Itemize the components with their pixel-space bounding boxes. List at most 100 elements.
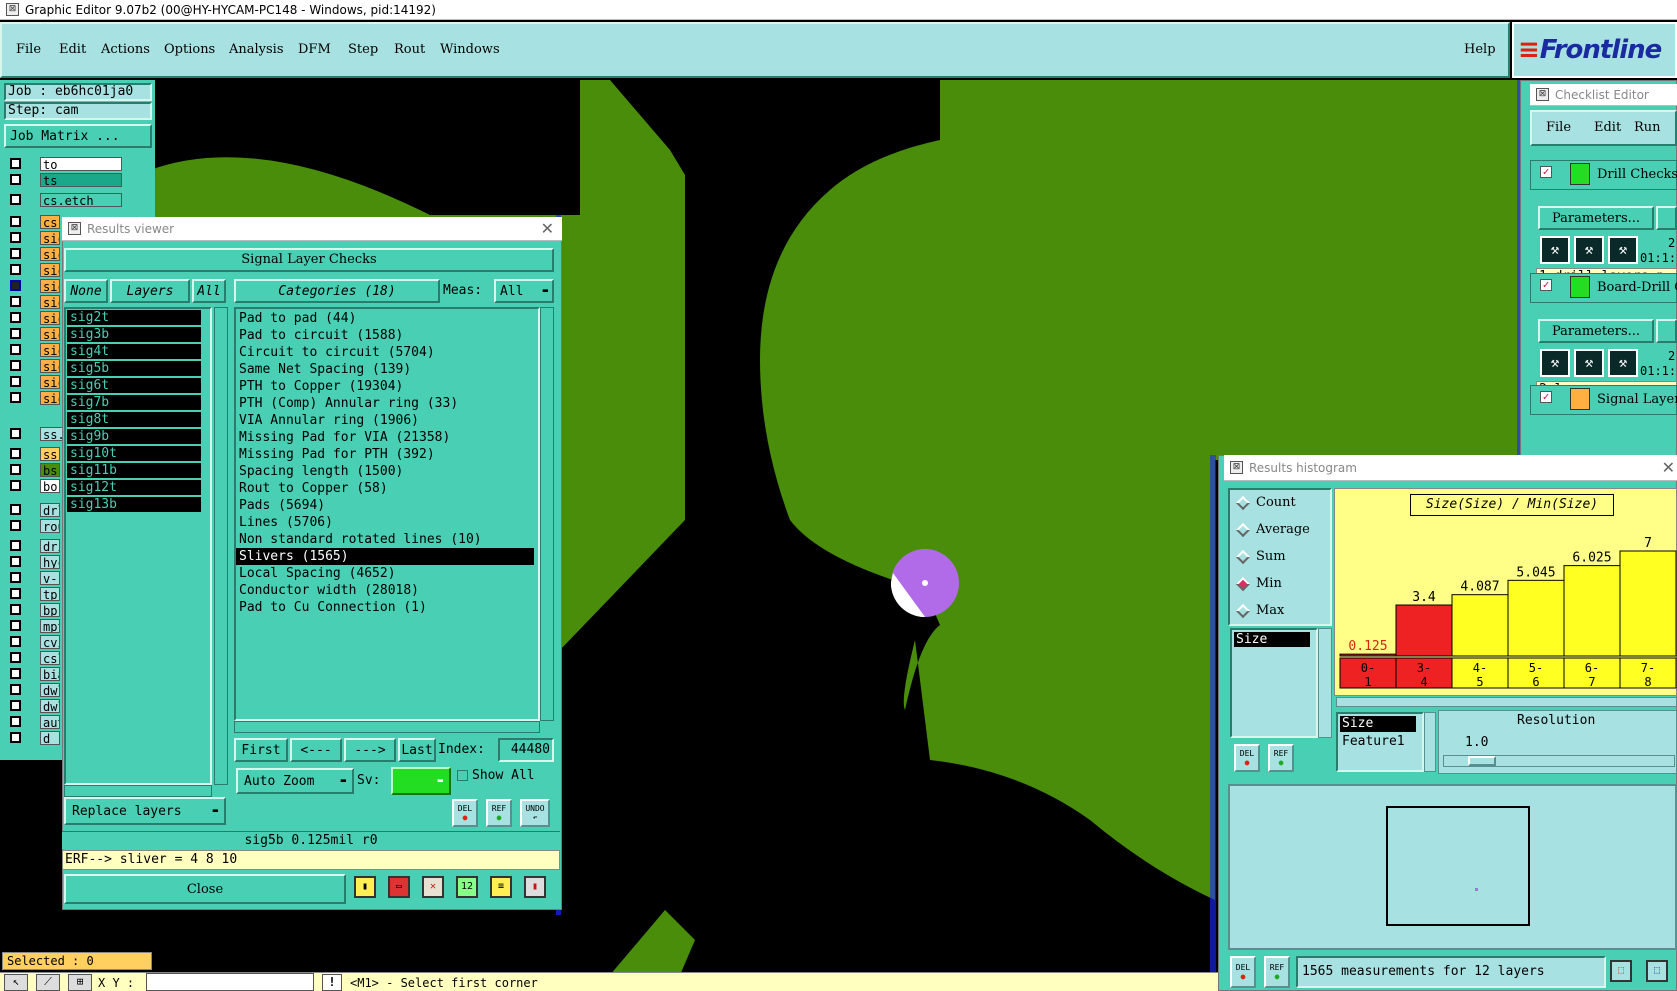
next-button[interactable]: ---> xyxy=(344,738,396,762)
category-item[interactable]: Spacing length (1500) xyxy=(236,463,534,480)
delete-results-icon[interactable]: ✕ xyxy=(422,876,444,898)
layer-tag[interactable]: v-c xyxy=(40,571,60,585)
layer-tag[interactable]: ss xyxy=(40,447,60,461)
results-layer-item[interactable]: sig3b xyxy=(67,327,201,344)
layer-checkbox[interactable] xyxy=(10,588,21,599)
run-check-icon[interactable]: ⚒ xyxy=(1608,349,1638,377)
results-layer-item[interactable]: sig13b xyxy=(67,497,201,514)
layer-checkbox[interactable] xyxy=(10,216,21,227)
layer-checkbox[interactable] xyxy=(10,684,21,695)
layer-checkbox[interactable] xyxy=(10,158,21,169)
checklist-menu-run[interactable]: Run xyxy=(1634,120,1661,135)
run-check-icon[interactable]: ⚒ xyxy=(1540,236,1570,264)
mode-average-radio[interactable]: Average xyxy=(1235,522,1310,537)
layer-tag[interactable]: sic xyxy=(40,263,60,277)
x-axis-list[interactable]: Size Feature1 xyxy=(1336,712,1424,772)
checklist-menu-edit[interactable]: Edit xyxy=(1594,120,1621,135)
category-item[interactable]: PTH (Comp) Annular ring (33) xyxy=(236,395,534,412)
menu-file[interactable]: File xyxy=(16,42,41,57)
mode-max-radio[interactable]: Max xyxy=(1235,603,1284,618)
layer-checkbox[interactable] xyxy=(10,312,21,323)
all-button[interactable]: All xyxy=(192,279,226,303)
layer-checkbox[interactable] xyxy=(10,572,21,583)
histogram-chart[interactable]: 0.1250-13.43-44.0874-55.0455-66.0256-777… xyxy=(1334,518,1677,692)
layer-tag[interactable]: cs.etch xyxy=(40,193,122,207)
layer-tag[interactable]: sic xyxy=(40,391,60,405)
layer-checkbox[interactable] xyxy=(10,360,21,371)
menu-rout[interactable]: Rout xyxy=(394,42,425,57)
none-button[interactable]: None xyxy=(64,279,108,303)
x-axis-size[interactable]: Size xyxy=(1340,716,1416,732)
layer-checkbox[interactable] xyxy=(10,174,21,185)
mode-min-radio[interactable]: Min xyxy=(1235,576,1282,591)
x-axis-feature[interactable]: Feature1 xyxy=(1340,734,1420,750)
layers-button[interactable]: Layers xyxy=(110,279,190,303)
layer-checkbox[interactable] xyxy=(10,668,21,679)
grid-tool-icon[interactable]: ⊞ xyxy=(68,974,92,991)
category-item[interactable]: Slivers (1565) xyxy=(236,548,534,565)
menu-step[interactable]: Step xyxy=(348,42,378,57)
layer-tag[interactable]: sic xyxy=(40,231,60,245)
close-icon[interactable]: ✕ xyxy=(1662,458,1675,477)
run-check-icon[interactable]: ⚒ xyxy=(1574,349,1604,377)
layer-tag[interactable]: d xyxy=(40,731,60,745)
layer-tag[interactable]: drl xyxy=(40,503,60,517)
layer-tag[interactable]: sic xyxy=(40,375,60,389)
notes-icon[interactable]: ≡ xyxy=(490,876,512,898)
parameters-button[interactable]: Parameters... xyxy=(1538,319,1654,343)
job-matrix-button[interactable]: Job Matrix ... xyxy=(4,124,152,148)
layer-checkbox[interactable] xyxy=(10,716,21,727)
auto-zoom-dropdown[interactable]: Auto Zoom ▬ xyxy=(236,768,354,794)
menu-dfm[interactable]: DFM xyxy=(298,42,331,57)
show-all-checkbox[interactable] xyxy=(457,770,468,781)
size-list-scrollbar[interactable] xyxy=(1318,628,1332,738)
close-icon[interactable]: ✕ xyxy=(541,219,554,238)
mode-count-radio[interactable]: Count xyxy=(1235,495,1296,510)
histogram-bar[interactable] xyxy=(1395,604,1453,657)
layer-tag[interactable]: tp xyxy=(40,587,60,601)
sequence-icon[interactable]: 12 xyxy=(456,876,478,898)
layer-checkbox[interactable] xyxy=(10,732,21,743)
layers-hscrollbar[interactable] xyxy=(64,785,212,797)
category-item[interactable]: Pad to Cu Connection (1) xyxy=(236,599,534,616)
resolution-slider[interactable] xyxy=(1443,755,1675,767)
resolution-slider-thumb[interactable] xyxy=(1468,756,1496,766)
category-item[interactable]: PTH to Copper (19304) xyxy=(236,378,534,395)
check-enabled-icon[interactable]: ✓ xyxy=(1540,279,1552,291)
layers-list[interactable]: sig2t sig3b sig4t sig5b sig6t sig7b sig8t sig9b… xyxy=(64,307,212,785)
results-layer-item[interactable]: sig10t xyxy=(67,446,201,463)
ref-button[interactable]: REF ● xyxy=(486,799,512,827)
results-layer-item[interactable]: sig8t xyxy=(67,412,201,429)
category-item[interactable]: Local Spacing (4652) xyxy=(236,565,534,582)
xy-input[interactable] xyxy=(146,973,314,991)
del-button[interactable]: DEL ● xyxy=(452,799,478,827)
layer-checkbox[interactable] xyxy=(10,620,21,631)
parameters-extra-button[interactable] xyxy=(1656,206,1677,230)
category-item[interactable]: Lines (5706) xyxy=(236,514,534,531)
menu-windows[interactable]: Windows xyxy=(440,42,500,57)
check-enabled-icon[interactable]: ✓ xyxy=(1540,166,1552,178)
category-item[interactable]: Rout to Copper (58) xyxy=(236,480,534,497)
sv-color-dropdown[interactable]: ▬ xyxy=(391,767,451,795)
histogram-icon[interactable]: ▮ xyxy=(524,876,546,898)
layer-tag[interactable]: aut xyxy=(40,715,60,729)
layer-tag[interactable]: sic xyxy=(40,247,60,261)
last-button[interactable]: Last xyxy=(398,738,436,762)
first-button[interactable]: First xyxy=(234,738,288,762)
layer-checkbox[interactable] xyxy=(10,264,21,275)
category-item[interactable]: Missing Pad for PTH (392) xyxy=(236,446,534,463)
category-item[interactable]: Circuit to circuit (5704) xyxy=(236,344,534,361)
categories-button[interactable]: Categories (18) xyxy=(234,279,440,303)
layer-checkbox[interactable] xyxy=(10,520,21,531)
layer-checkbox[interactable] xyxy=(10,280,21,291)
footer-ref-button[interactable]: REF ● xyxy=(1264,956,1290,988)
index-input[interactable]: 44480 xyxy=(498,738,554,762)
replace-layers-dropdown[interactable]: Replace layers ▬ xyxy=(64,797,226,825)
parameters-extra-button[interactable] xyxy=(1656,319,1677,343)
layer-tag[interactable]: to xyxy=(40,157,122,171)
histogram-bar[interactable] xyxy=(1451,594,1509,657)
pointer-tool-icon[interactable]: ↖ xyxy=(4,974,28,991)
layer-checkbox[interactable] xyxy=(10,556,21,567)
categories-list[interactable]: Pad to pad (44) Pad to circuit (1588) Circ… xyxy=(234,307,540,721)
check-enabled-icon[interactable]: ✓ xyxy=(1540,391,1552,403)
